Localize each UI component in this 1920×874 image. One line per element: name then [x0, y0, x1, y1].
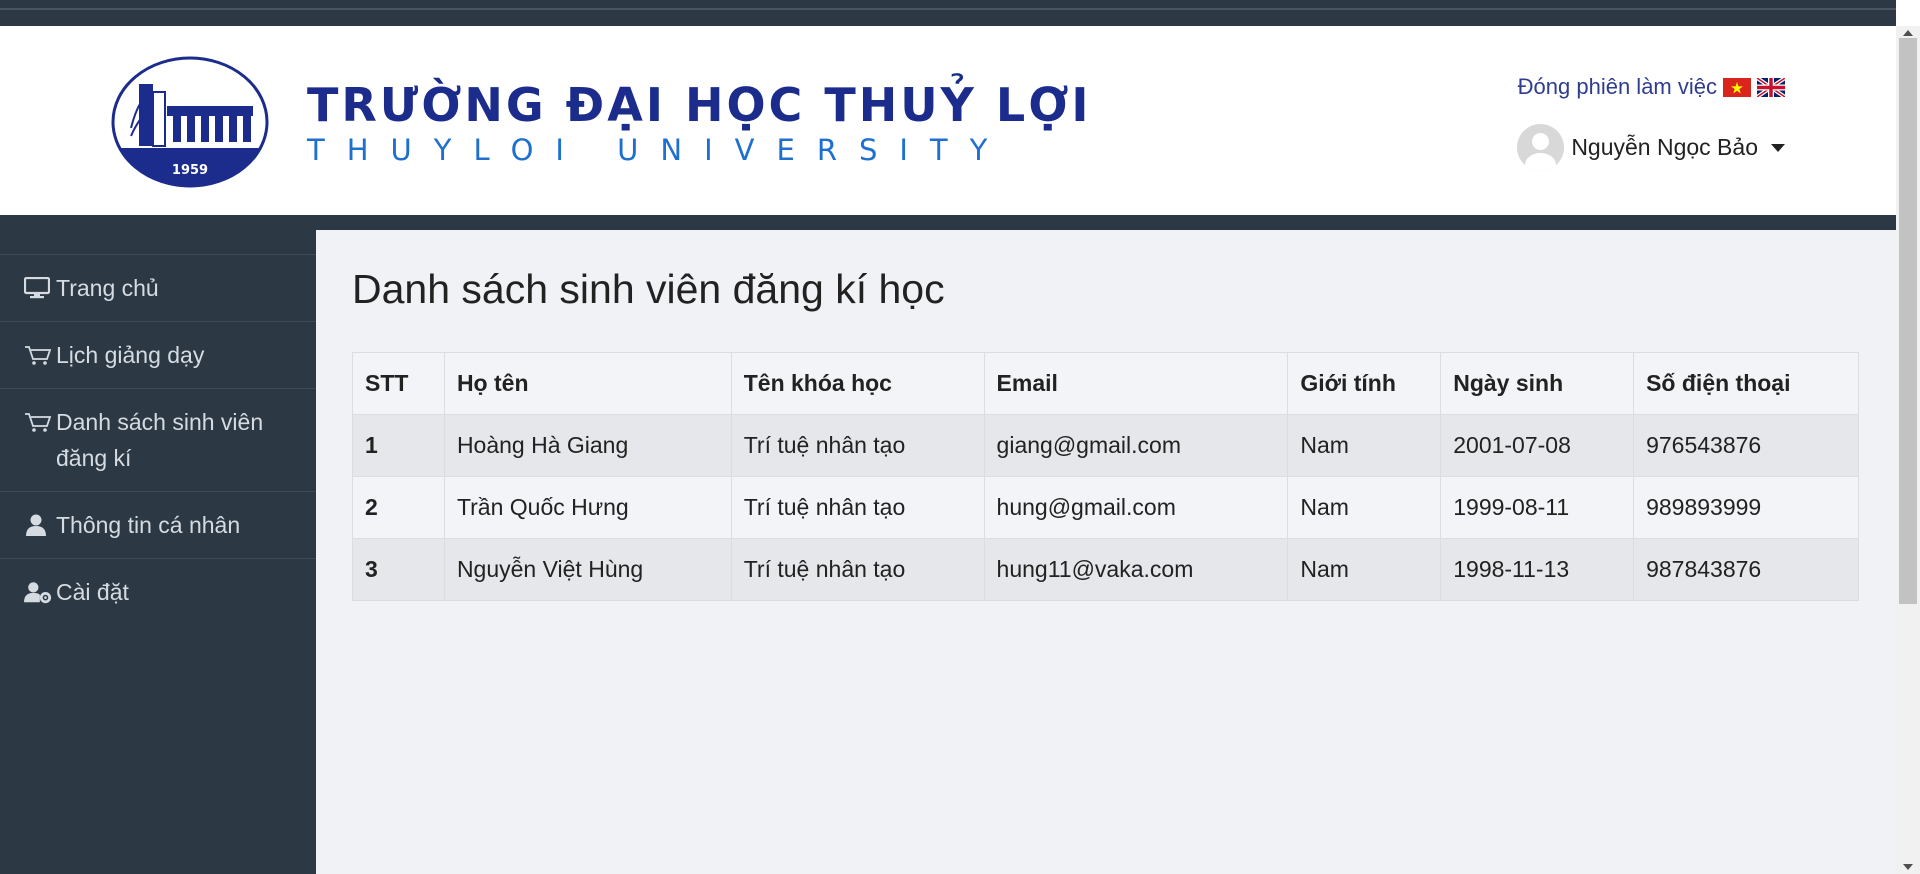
column-header[interactable]: Họ tên	[443, 352, 732, 415]
cart-icon	[24, 404, 52, 440]
svg-text:1959: 1959	[172, 163, 208, 178]
cell-birthdate: 1999-08-11	[1440, 476, 1635, 539]
cell-gender: Nam	[1287, 414, 1442, 477]
nav-divider-bar	[0, 215, 1896, 230]
vietnam-flag-icon[interactable]	[1723, 77, 1751, 97]
cell-birthdate: 2001-07-08	[1440, 414, 1635, 477]
sidebar-item-profile[interactable]: Thông tin cá nhân	[0, 491, 316, 558]
sidebar-item-home[interactable]: Trang chủ	[0, 254, 316, 321]
chevron-down-icon	[1771, 143, 1785, 152]
cell-phone: 976543876	[1633, 414, 1859, 477]
cell-stt: 2	[352, 476, 445, 539]
cell-gender: Nam	[1287, 538, 1442, 601]
cell-email: hung11@vaka.com	[983, 538, 1289, 601]
user-icon	[24, 507, 52, 543]
cell-email: hung@gmail.com	[983, 476, 1289, 539]
column-header[interactable]: Số điện thoại	[1633, 352, 1859, 415]
cell-birthdate: 1998-11-13	[1440, 538, 1635, 601]
cell-email: giang@gmail.com	[983, 414, 1289, 477]
cell-phone: 989893999	[1633, 476, 1859, 539]
sidebar-item-teaching-schedule[interactable]: Lịch giảng dạy	[0, 321, 316, 388]
scroll-down-icon[interactable]	[1903, 864, 1913, 870]
user-cog-icon	[24, 574, 52, 610]
university-name: TRƯỜNG ĐẠI HỌC THUỶ LỢI	[307, 78, 1092, 132]
cart-icon	[24, 337, 52, 373]
column-header[interactable]: STT	[352, 352, 445, 415]
cell-stt: 3	[352, 538, 445, 601]
uk-flag-icon[interactable]	[1757, 77, 1785, 97]
table-row[interactable]: 1 Hoàng Hà Giang Trí tuệ nhân tạo giang@…	[352, 414, 1859, 477]
table-row[interactable]: 2 Trần Quốc Hưng Trí tuệ nhân tạo hung@g…	[352, 476, 1859, 539]
sidebar: Trang chủ Lịch giảng dạy Danh sách sinh …	[0, 230, 316, 874]
cell-full-name: Nguyễn Việt Hùng	[443, 538, 732, 601]
sidebar-item-registered-students[interactable]: Danh sách sinh viên đăng kí	[0, 388, 316, 491]
logout-area: Đóng phiên làm việc	[1518, 74, 1785, 100]
table-row[interactable]: 3 Nguyễn Việt Hùng Trí tuệ nhân tạo hung…	[352, 538, 1859, 601]
main-content: Danh sách sinh viên đăng kí học STT Họ t…	[316, 230, 1896, 874]
column-header[interactable]: Tên khóa học	[730, 352, 985, 415]
cell-stt: 1	[352, 414, 445, 477]
top-bar	[0, 0, 1896, 26]
table-header-row: STT Họ tên Tên khóa học Email Giới tính …	[352, 352, 1859, 415]
sidebar-item-settings[interactable]: Cài đặt	[0, 558, 316, 625]
sidebar-item-label: Lịch giảng dạy	[56, 342, 205, 368]
page-title: Danh sách sinh viên đăng kí học	[352, 266, 945, 312]
cell-course-name: Trí tuệ nhân tạo	[730, 538, 985, 601]
sidebar-item-label: Trang chủ	[56, 275, 159, 301]
column-header[interactable]: Ngày sinh	[1440, 352, 1635, 415]
cell-course-name: Trí tuệ nhân tạo	[730, 476, 985, 539]
column-header[interactable]: Giới tính	[1287, 352, 1442, 415]
column-header[interactable]: Email	[983, 352, 1289, 415]
university-emblem-icon: 1959	[111, 56, 269, 188]
cell-phone: 987843876	[1633, 538, 1859, 601]
monitor-icon	[24, 270, 52, 306]
cell-course-name: Trí tuệ nhân tạo	[730, 414, 985, 477]
vertical-scrollbar[interactable]	[1896, 26, 1920, 874]
scrollbar-thumb[interactable]	[1899, 38, 1917, 604]
cell-full-name: Hoàng Hà Giang	[443, 414, 732, 477]
cell-full-name: Trần Quốc Hưng	[443, 476, 732, 539]
logout-link[interactable]: Đóng phiên làm việc	[1518, 74, 1717, 100]
scroll-up-icon[interactable]	[1903, 30, 1913, 36]
cell-gender: Nam	[1287, 476, 1442, 539]
sidebar-item-label: Cài đặt	[56, 579, 129, 605]
avatar	[1517, 124, 1565, 171]
sidebar-item-label: Danh sách sinh viên đăng kí	[56, 409, 264, 471]
sidebar-item-label: Thông tin cá nhân	[56, 512, 241, 538]
students-table: STT Họ tên Tên khóa học Email Giới tính …	[352, 352, 1859, 601]
user-name: Nguyễn Ngọc Bảo	[1571, 134, 1758, 160]
university-logo[interactable]: 1959 TRƯỜNG ĐẠI HỌC THUỶ LỢI THUYLOI UNI…	[111, 56, 1089, 190]
university-name-en: THUYLOI UNIVERSITY	[307, 133, 1010, 167]
user-menu[interactable]: Nguyễn Ngọc Bảo	[1517, 124, 1785, 171]
site-header: 1959 TRƯỜNG ĐẠI HỌC THUỶ LỢI THUYLOI UNI…	[0, 26, 1896, 215]
